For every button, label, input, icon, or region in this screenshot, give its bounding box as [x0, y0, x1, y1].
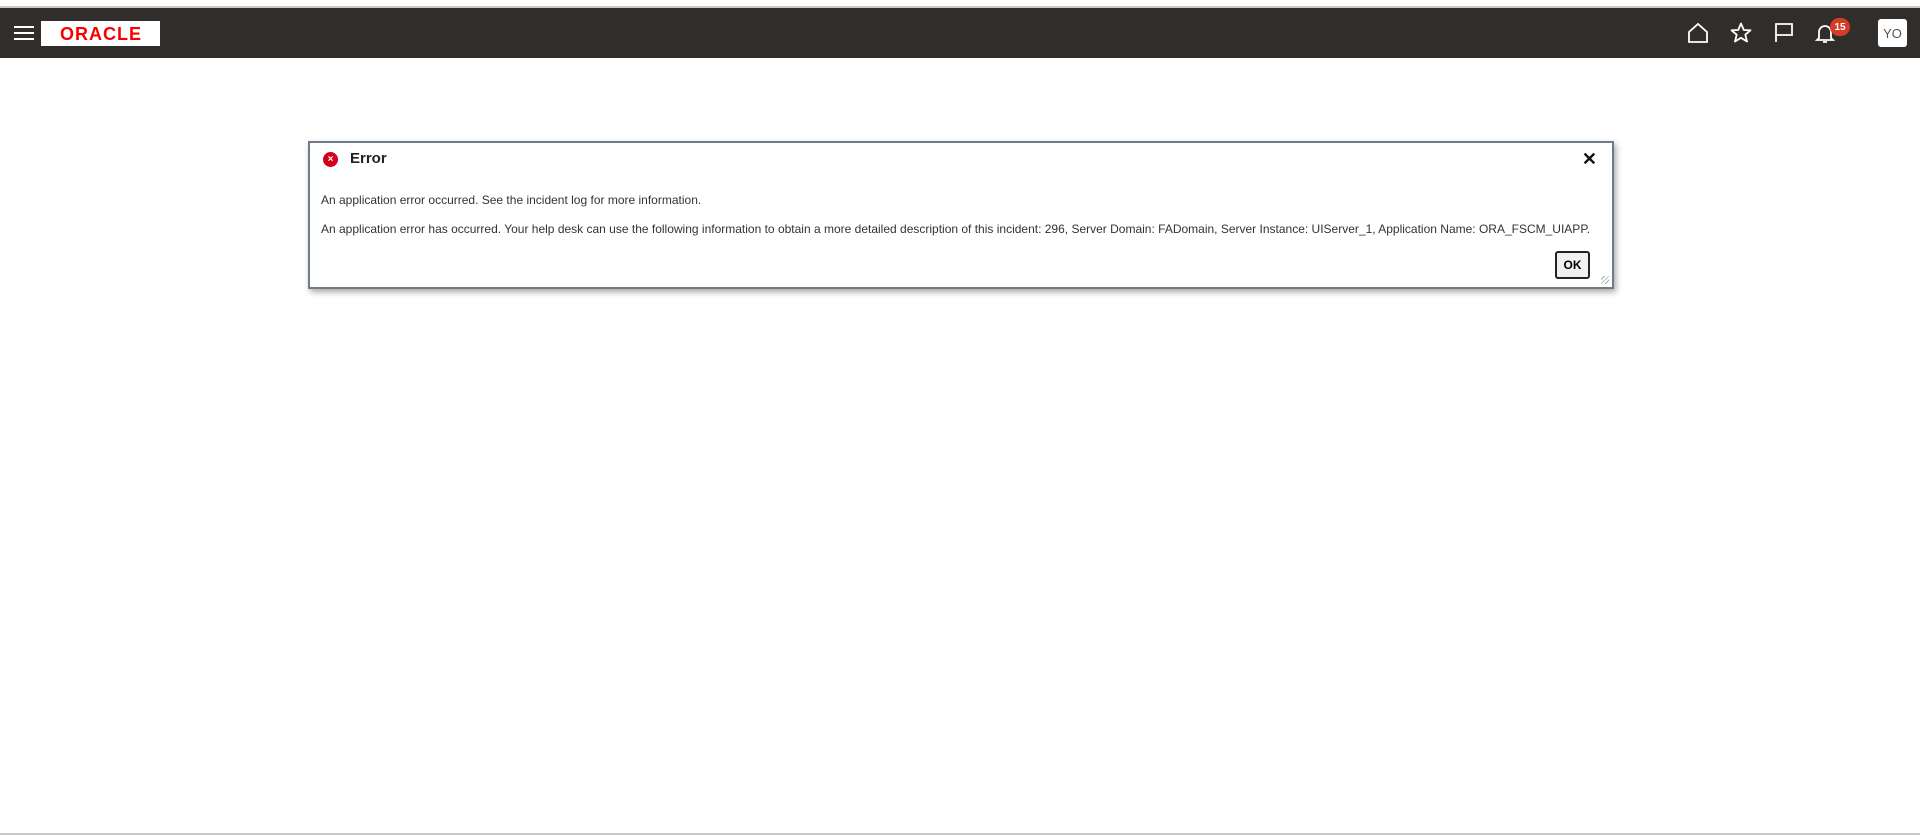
global-header: ORACLE 15 YO	[0, 8, 1920, 58]
error-message: An application error occurred. See the i…	[321, 193, 702, 207]
notification-badge: 15	[1830, 18, 1850, 36]
ok-button[interactable]: OK	[1555, 251, 1590, 279]
user-avatar[interactable]: YO	[1878, 19, 1907, 47]
resize-handle[interactable]	[1601, 276, 1609, 284]
error-icon: ×	[323, 152, 338, 167]
error-dialog: × Error ✕ An application error occurred.…	[308, 141, 1614, 289]
close-icon[interactable]: ✕	[1582, 149, 1597, 170]
error-details: An application error has occurred. Your …	[321, 222, 1591, 236]
top-border	[0, 0, 1920, 8]
oracle-logo[interactable]: ORACLE	[41, 21, 160, 46]
home-icon[interactable]	[1685, 20, 1711, 46]
flag-icon[interactable]	[1771, 20, 1797, 46]
star-icon[interactable]	[1728, 20, 1754, 46]
menu-icon[interactable]	[14, 26, 34, 40]
logo-text: ORACLE	[60, 25, 142, 43]
dialog-title: Error	[350, 150, 387, 167]
